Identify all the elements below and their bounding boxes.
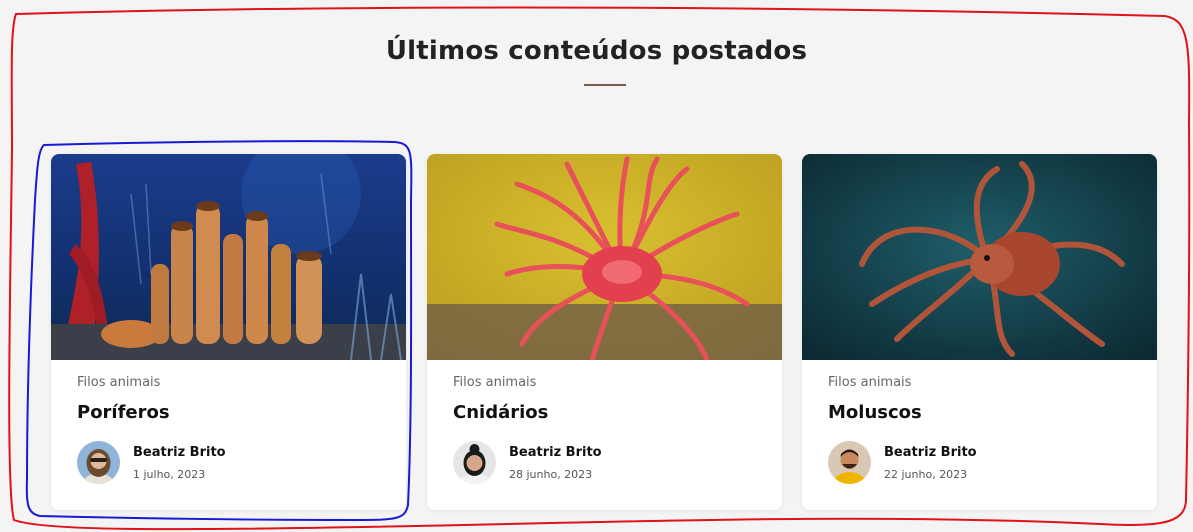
anemone-illustration: [427, 154, 782, 360]
post-card-moluscos[interactable]: Filos animais Moluscos Beatriz Brito 22 …: [802, 154, 1157, 510]
post-card-poriferos[interactable]: Filos animais Poríferos Beatriz Brito 1 …: [51, 154, 406, 510]
card-title[interactable]: Cnidários: [453, 402, 548, 423]
post-date: 1 julho, 2023: [133, 468, 206, 481]
author-info: Beatriz Brito 22 junho, 2023: [828, 441, 1128, 485]
author-name[interactable]: Beatriz Brito: [133, 445, 226, 460]
author-name[interactable]: Beatriz Brito: [509, 445, 602, 460]
card-category: Filos animais: [828, 375, 912, 390]
card-category: Filos animais: [453, 375, 537, 390]
post-card-cnidarios[interactable]: Filos animais Cnidários Beatriz Brito 28…: [427, 154, 782, 510]
title-divider: [584, 84, 626, 86]
card-category: Filos animais: [77, 375, 161, 390]
post-date: 22 junho, 2023: [884, 468, 968, 481]
sponge-photo[interactable]: [51, 154, 406, 360]
card-title[interactable]: Moluscos: [828, 402, 922, 423]
card-title[interactable]: Poríferos: [77, 402, 170, 423]
author-info: Beatriz Brito 28 junho, 2023: [453, 441, 753, 485]
latest-posts-section: Últimos conteúdos postados Filos animais…: [0, 0, 1193, 532]
avatar: [453, 441, 496, 484]
octopus-illustration: [802, 154, 1157, 360]
sea-anemone-photo[interactable]: [427, 154, 782, 360]
octopus-photo[interactable]: [802, 154, 1157, 360]
avatar: [828, 441, 871, 484]
sponge-illustration: [51, 154, 406, 360]
avatar: [77, 441, 120, 484]
post-date: 28 junho, 2023: [509, 468, 593, 481]
author-name[interactable]: Beatriz Brito: [884, 445, 977, 460]
author-info: Beatriz Brito 1 julho, 2023: [77, 441, 377, 485]
section-title: Últimos conteúdos postados: [385, 36, 808, 66]
